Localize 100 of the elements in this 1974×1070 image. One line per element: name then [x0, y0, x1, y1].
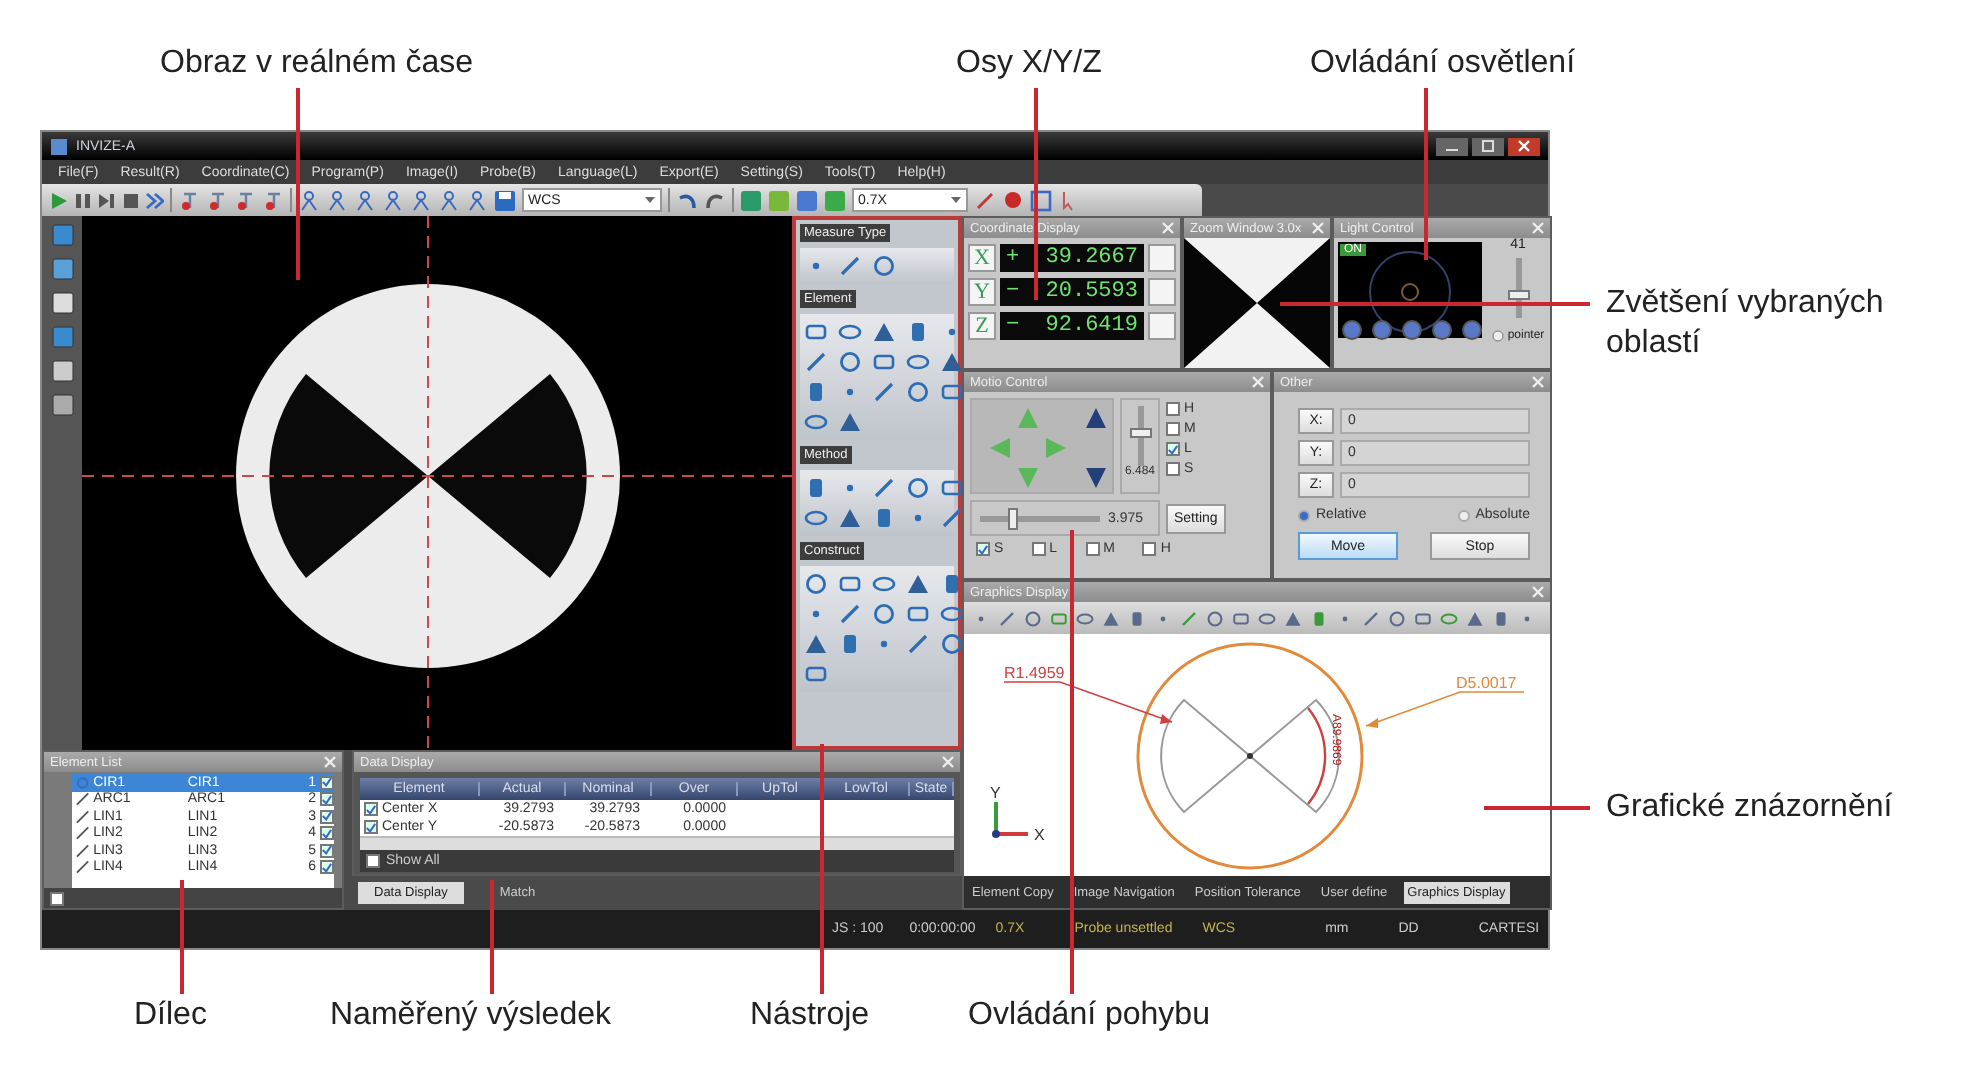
- circle-icon[interactable]: [1024, 609, 1042, 627]
- circle-icon[interactable]: [804, 572, 828, 596]
- ellipse-icon[interactable]: [1440, 609, 1458, 627]
- side-tool-icon[interactable]: [51, 360, 73, 382]
- circle-icon[interactable]: [906, 476, 930, 500]
- rectangle-icon[interactable]: [804, 662, 828, 686]
- circle-icon[interactable]: [1388, 609, 1406, 627]
- fast-forward-icon[interactable]: [146, 191, 164, 209]
- line-icon[interactable]: [872, 476, 896, 500]
- save-icon[interactable]: [494, 189, 516, 211]
- image-tool-icon[interactable]: [796, 189, 818, 211]
- radio-dot[interactable]: [1298, 509, 1310, 521]
- figure-icon[interactable]: [438, 189, 460, 211]
- circle-icon[interactable]: [872, 602, 896, 626]
- cone-icon[interactable]: [1284, 609, 1302, 627]
- cylinder-icon[interactable]: [940, 572, 964, 596]
- circle-icon[interactable]: [838, 350, 862, 374]
- figure-icon[interactable]: [354, 189, 376, 211]
- slider-thumb[interactable]: [1007, 507, 1018, 529]
- figure-icon[interactable]: [382, 189, 404, 211]
- pin-icon[interactable]: [262, 189, 284, 211]
- cone-icon[interactable]: [940, 350, 964, 374]
- play-icon[interactable]: [50, 191, 68, 209]
- minimize-button[interactable]: [1436, 137, 1468, 155]
- cylinder-icon[interactable]: [1310, 609, 1328, 627]
- cylinder-icon[interactable]: [1492, 609, 1510, 627]
- maximize-icon[interactable]: [1482, 140, 1494, 152]
- step-icon[interactable]: [98, 191, 116, 209]
- circle-icon[interactable]: [940, 632, 964, 656]
- figure-icon[interactable]: [410, 189, 432, 211]
- checkbox[interactable]: [320, 843, 334, 858]
- line-icon[interactable]: [940, 506, 964, 530]
- checkbox[interactable]: [976, 542, 990, 556]
- checkbox[interactable]: [320, 826, 334, 841]
- up-arrow-icon[interactable]: [1084, 406, 1108, 430]
- checkbox[interactable]: [364, 802, 378, 816]
- pin-icon[interactable]: [234, 189, 256, 211]
- figure-icon[interactable]: [326, 189, 348, 211]
- cylinder-icon[interactable]: [872, 506, 896, 530]
- slider-thumb[interactable]: [1507, 290, 1529, 301]
- rectangle-icon[interactable]: [1232, 609, 1250, 627]
- rectangle-icon[interactable]: [940, 380, 964, 404]
- window-icon[interactable]: [1030, 189, 1052, 211]
- rectangle-icon[interactable]: [1050, 609, 1068, 627]
- figure-icon[interactable]: [466, 189, 488, 211]
- close-icon[interactable]: [324, 756, 336, 768]
- close-button[interactable]: [1508, 137, 1540, 155]
- checkbox[interactable]: [320, 860, 334, 875]
- cone-icon[interactable]: [838, 506, 862, 530]
- cone-icon[interactable]: [872, 320, 896, 344]
- checkbox[interactable]: [320, 775, 334, 790]
- rectangle-icon[interactable]: [838, 572, 862, 596]
- checkbox[interactable]: [1166, 462, 1180, 476]
- line-icon[interactable]: [1362, 609, 1380, 627]
- ellipse-icon[interactable]: [906, 350, 930, 374]
- ellipse-icon[interactable]: [804, 506, 828, 530]
- ellipse-icon[interactable]: [1258, 609, 1276, 627]
- pin-icon[interactable]: [206, 189, 228, 211]
- side-tool-icon[interactable]: [51, 394, 73, 416]
- checkbox[interactable]: [1085, 542, 1100, 556]
- unit-button[interactable]: [1148, 244, 1176, 272]
- cone-icon[interactable]: [804, 632, 828, 656]
- pause-icon[interactable]: [74, 191, 92, 209]
- rectangle-icon[interactable]: [804, 320, 828, 344]
- side-tool-icon[interactable]: [51, 258, 73, 280]
- checkbox[interactable]: [364, 820, 378, 834]
- side-tool-icon[interactable]: [51, 292, 73, 314]
- ellipse-icon[interactable]: [940, 602, 964, 626]
- line-icon[interactable]: [906, 632, 930, 656]
- line-icon[interactable]: [872, 380, 896, 404]
- rectangle-icon[interactable]: [906, 602, 930, 626]
- horizontal-scrollbar[interactable]: [360, 836, 954, 850]
- cylinder-icon[interactable]: [1128, 609, 1146, 627]
- checkbox[interactable]: [1166, 442, 1180, 456]
- ellipse-icon[interactable]: [872, 572, 896, 596]
- figure-icon[interactable]: [298, 189, 320, 211]
- cone-icon[interactable]: [1466, 609, 1484, 627]
- line-icon[interactable]: [838, 602, 862, 626]
- rectangle-icon[interactable]: [872, 350, 896, 374]
- checkbox[interactable]: [1031, 542, 1046, 556]
- cylinder-icon[interactable]: [804, 476, 828, 500]
- checkbox[interactable]: [50, 891, 64, 905]
- pin-icon[interactable]: [178, 189, 200, 211]
- close-icon[interactable]: [1532, 376, 1544, 388]
- redo-icon[interactable]: [704, 189, 726, 211]
- close-icon[interactable]: [1162, 222, 1174, 234]
- circle-icon[interactable]: [872, 254, 896, 278]
- close-icon[interactable]: [1532, 586, 1544, 598]
- image-tool-icon[interactable]: [824, 189, 846, 211]
- line-icon[interactable]: [838, 254, 862, 278]
- unit-button[interactable]: [1148, 312, 1176, 340]
- down-arrow-icon[interactable]: [1084, 466, 1108, 490]
- cone-icon[interactable]: [838, 410, 862, 434]
- checkbox[interactable]: [1166, 422, 1180, 436]
- radio-dot[interactable]: [1457, 509, 1470, 521]
- ellipse-icon[interactable]: [804, 410, 828, 434]
- checkbox[interactable]: [1142, 542, 1157, 556]
- line-icon[interactable]: [1180, 609, 1198, 627]
- close-icon[interactable]: [942, 756, 954, 768]
- slider-thumb[interactable]: [1129, 428, 1151, 439]
